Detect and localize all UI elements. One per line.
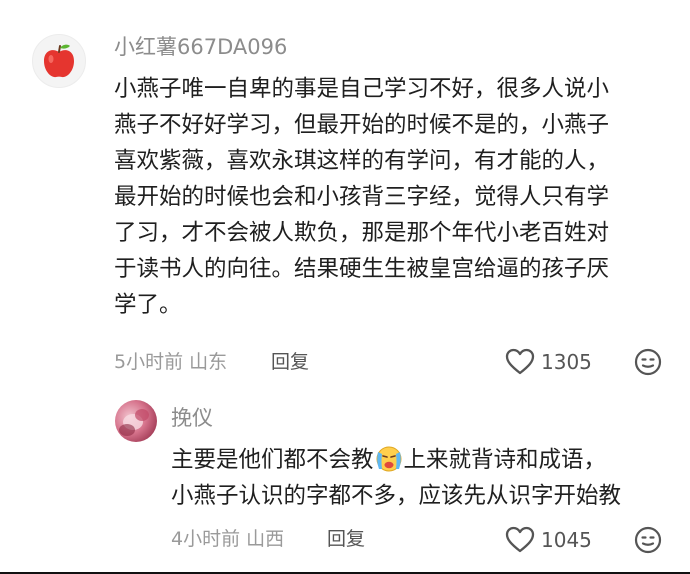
crying-face-emoji-icon bbox=[376, 446, 402, 472]
comment-line: 最开始的时候也会和小孩背三字经，觉得人只有学 bbox=[114, 184, 610, 210]
comment-line: 于读书人的向往。结果硬生生被皇宫给逼的孩子厌 bbox=[114, 256, 610, 282]
comment-line: 小燕子唯一自卑的事是自己学习不好，很多人说小 bbox=[114, 76, 610, 102]
comment-like-button[interactable]: 1305 bbox=[505, 348, 592, 376]
smiley-face-icon bbox=[634, 526, 662, 554]
heart-icon bbox=[505, 526, 535, 553]
reply-reply-button[interactable]: 回复 bbox=[327, 526, 365, 552]
comment-line: 燕子不好好学习，但最开始的时候不是的，小燕子 bbox=[114, 112, 610, 138]
reply-time-location: 4小时前 山西 bbox=[171, 528, 285, 550]
smiley-face-icon bbox=[634, 348, 662, 376]
reply-username[interactable]: 挽仪 bbox=[171, 404, 213, 432]
reply-line: 小燕子认识的字都不多，应该先从识字开始教 bbox=[171, 483, 622, 509]
comment-time-location: 5小时前 山东 bbox=[114, 351, 228, 373]
comment-emoji-reaction-button[interactable] bbox=[634, 348, 662, 380]
reply-body: 主要是他们都不会教 上来就背诗和成语， 小燕子认识的字都不多，应该先从识字开始教 bbox=[171, 442, 621, 514]
reply-text-before-emoji: 主要是他们都不会教 bbox=[171, 447, 374, 473]
reply-text-after-emoji: 上来就背诗和成语， bbox=[403, 447, 607, 473]
reply-line: 主要是他们都不会教 上来就背诗和成语， bbox=[171, 442, 621, 478]
comment-like-count: 1305 bbox=[541, 350, 592, 374]
heart-icon bbox=[505, 348, 535, 375]
comment-line: 学了。 bbox=[114, 292, 182, 318]
reply-like-button[interactable]: 1045 bbox=[505, 526, 592, 554]
comment-avatar[interactable] bbox=[32, 34, 86, 88]
flower-avatar-icon bbox=[119, 409, 149, 436]
reply-emoji-reaction-button[interactable] bbox=[634, 526, 662, 558]
comment-reply-button[interactable]: 回复 bbox=[271, 349, 309, 375]
comment-username[interactable]: 小红薯667DA096 bbox=[114, 33, 287, 61]
comment-line: 了习，才不会被人欺负，那是那个年代小老百姓对 bbox=[114, 220, 610, 246]
comment-line: 喜欢紫薇，喜欢永琪这样的有学问，有才能的人， bbox=[114, 148, 610, 174]
reply-avatar[interactable] bbox=[115, 400, 157, 442]
apple-icon bbox=[44, 44, 74, 78]
reply-like-count: 1045 bbox=[541, 528, 592, 552]
comment-body: 小燕子唯一自卑的事是自己学习不好，很多人说小 燕子不好好学习，但最开始的时候不是… bbox=[114, 71, 609, 323]
